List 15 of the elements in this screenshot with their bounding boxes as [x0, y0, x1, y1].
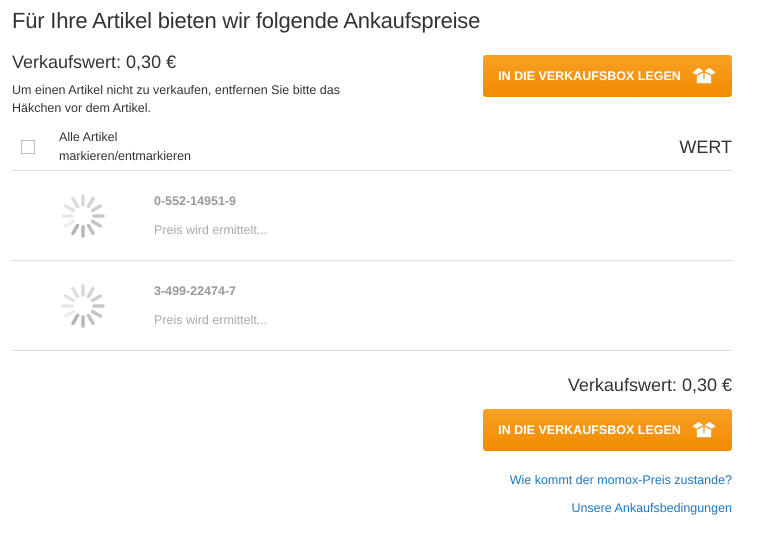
- column-header: WERT: [679, 136, 732, 158]
- instruction-text: Um einen Artikel nicht zu verkaufen, entfernen Sie bitte das Häkchen vor dem Artikel.: [12, 82, 341, 117]
- isbn-text: 0-552-14951-9: [154, 194, 238, 208]
- info-link[interactable]: Unsere Ankaufsbedingungen: [571, 501, 732, 515]
- sale-value: Verkaufswert: 0,30 €: [12, 52, 178, 73]
- page-title: Für Ihre Artikel bieten wir folgende Ankaufspreise: [12, 8, 482, 34]
- status-text: Preis wird ermittelt...: [154, 313, 268, 327]
- box-icon: [690, 67, 717, 85]
- select-all-label: Alle Artikel markieren/entmarkieren: [59, 129, 192, 165]
- box-icon: [690, 421, 717, 439]
- isbn-text: 3-499-22474-7: [154, 284, 238, 298]
- sale-value: Verkaufswert: 0,30 €: [568, 375, 732, 396]
- select-all-checkbox[interactable]: [21, 140, 35, 154]
- info-link[interactable]: Wie kommt der momox-Preis zustande?: [510, 473, 732, 487]
- status-text: Preis wird ermittelt...: [154, 223, 268, 237]
